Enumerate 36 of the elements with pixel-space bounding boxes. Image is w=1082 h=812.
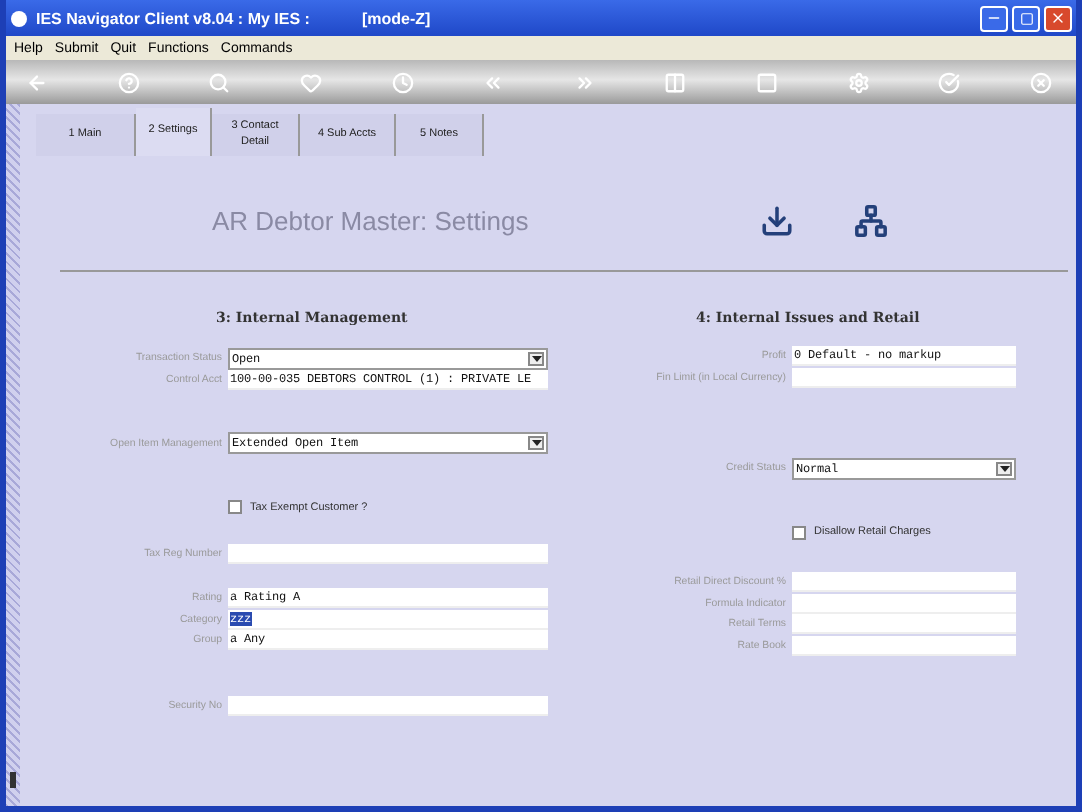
double-left-icon[interactable] <box>482 71 505 93</box>
back-arrow-icon[interactable] <box>26 71 48 93</box>
settings-icon[interactable] <box>847 71 870 93</box>
square-icon[interactable] <box>756 71 778 93</box>
mode-indicator: [mode-Z] <box>361 9 431 27</box>
hierarchy-icon[interactable] <box>854 204 889 238</box>
close-icon[interactable] <box>1029 71 1052 93</box>
app-icon <box>10 9 28 27</box>
input-field[interactable] <box>792 367 1016 388</box>
dropdown-arrow-icon <box>996 461 1012 475</box>
maximize-icon <box>1019 11 1033 25</box>
dropdown-arrow-icon <box>528 351 544 365</box>
heart-icon[interactable] <box>299 71 322 93</box>
window-title: IES Navigator Client v8.04 : My IES : <box>36 9 310 27</box>
help-icon[interactable] <box>117 71 140 93</box>
close-icon <box>1050 10 1066 26</box>
input-field[interactable] <box>792 635 1016 656</box>
input-field[interactable] <box>792 593 1016 614</box>
maximize-button[interactable] <box>1012 5 1040 31</box>
input-field[interactable] <box>228 695 548 716</box>
check-icon[interactable] <box>938 71 961 93</box>
dropdown-arrow-icon <box>528 436 544 450</box>
double-right-icon[interactable] <box>573 71 596 93</box>
search-icon[interactable] <box>208 71 231 93</box>
download-icon[interactable] <box>760 204 795 238</box>
minimize-button[interactable] <box>980 5 1008 31</box>
checkbox[interactable] <box>792 525 806 539</box>
columns-icon[interactable] <box>664 71 687 93</box>
page-heading: AR Debtor Master: Settings <box>212 206 529 236</box>
checkbox[interactable] <box>228 500 242 514</box>
input-field[interactable] <box>792 614 1016 635</box>
close-button[interactable] <box>1044 5 1072 31</box>
input-field[interactable] <box>792 572 1016 593</box>
input-field[interactable] <box>228 543 548 564</box>
clock-icon[interactable] <box>391 71 413 93</box>
handle-icon <box>6 770 20 790</box>
